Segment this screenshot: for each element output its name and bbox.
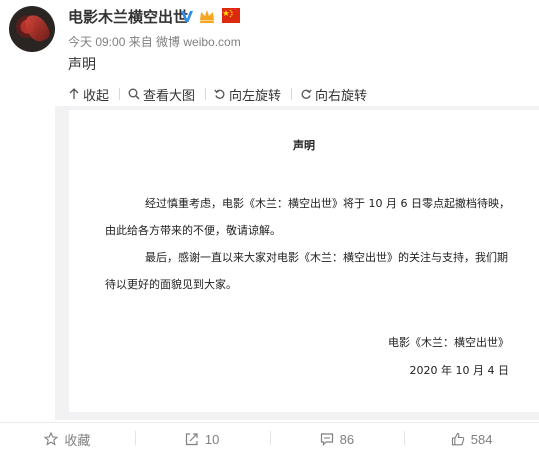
toolbar-divider bbox=[119, 88, 121, 100]
statement-title: 声明 bbox=[293, 139, 315, 152]
statement-paragraph: 经过慎重考虑，电影《木兰：横空出世》将于 10 月 6 日零点起撤档待映，由此给… bbox=[105, 197, 510, 237]
toolbar-divider bbox=[291, 88, 293, 100]
statement-paragraph: 最后，感谢一直以来大家对电影《木兰：横空出世》的关注与支持，我们期待以更好的面貌… bbox=[105, 251, 508, 291]
collapse-button[interactable]: 收起 bbox=[68, 85, 115, 104]
avatar[interactable] bbox=[9, 6, 55, 52]
image-viewer: 声明 经过慎重考虑，电影《木兰：横空出世》将于 10 月 6 日零点起撤档待映，… bbox=[55, 106, 539, 420]
like-count: 584 bbox=[470, 431, 493, 447]
toolbar-divider bbox=[205, 88, 207, 100]
action-divider bbox=[269, 431, 271, 445]
rotate-right-icon bbox=[301, 89, 312, 99]
verified-badge-icon bbox=[181, 11, 193, 22]
comment-count: 86 bbox=[339, 431, 355, 447]
rotate-left-label: 向左旋转 bbox=[229, 87, 282, 103]
rotate-left-icon bbox=[214, 89, 225, 99]
comment-icon bbox=[320, 433, 333, 446]
repost-count: 10 bbox=[204, 431, 220, 447]
statement-signature: 电影《木兰：横空出世》 bbox=[388, 336, 509, 349]
star-icon bbox=[44, 432, 59, 446]
post-text: 声明 bbox=[68, 56, 96, 72]
favorite-button[interactable]: 收藏 bbox=[0, 428, 135, 450]
vip-crown-icon[interactable] bbox=[198, 8, 216, 24]
thumbs-up-icon bbox=[451, 432, 465, 446]
statement-date: 2020 年 10 月 4 日 bbox=[409, 364, 509, 377]
rotate-right-button[interactable]: 向右旋转 bbox=[300, 85, 373, 104]
action-divider bbox=[404, 431, 406, 445]
search-icon bbox=[128, 88, 140, 100]
statement-image[interactable]: 声明 经过慎重考虑，电影《木兰：横空出世》将于 10 月 6 日零点起撤档待映，… bbox=[69, 110, 539, 412]
rotate-right-label: 向右旋转 bbox=[315, 87, 368, 103]
action-divider bbox=[134, 431, 136, 445]
repost-icon bbox=[185, 433, 198, 446]
media-toolbar: 收起 查看大图 向左旋转 向右旋转 bbox=[68, 84, 532, 104]
view-large-label: 查看大图 bbox=[143, 87, 196, 103]
comment-button[interactable]: 86 bbox=[269, 428, 405, 450]
favorite-label: 收藏 bbox=[64, 432, 91, 448]
username[interactable]: 电影木兰横空出世 bbox=[68, 6, 188, 27]
repost-button[interactable]: 10 bbox=[134, 428, 270, 450]
china-flag-icon bbox=[222, 8, 240, 23]
view-large-button[interactable]: 查看大图 bbox=[128, 85, 201, 104]
collapse-label: 收起 bbox=[83, 87, 110, 103]
divider bbox=[0, 422, 539, 423]
post-meta[interactable]: 今天 09:00 来自 微博 weibo.com bbox=[68, 33, 241, 50]
collapse-arrow-icon bbox=[69, 88, 79, 99]
action-bar: 收藏 10 86 584 bbox=[0, 428, 539, 450]
rotate-left-button[interactable]: 向左旋转 bbox=[214, 85, 287, 104]
like-button[interactable]: 584 bbox=[404, 428, 539, 450]
